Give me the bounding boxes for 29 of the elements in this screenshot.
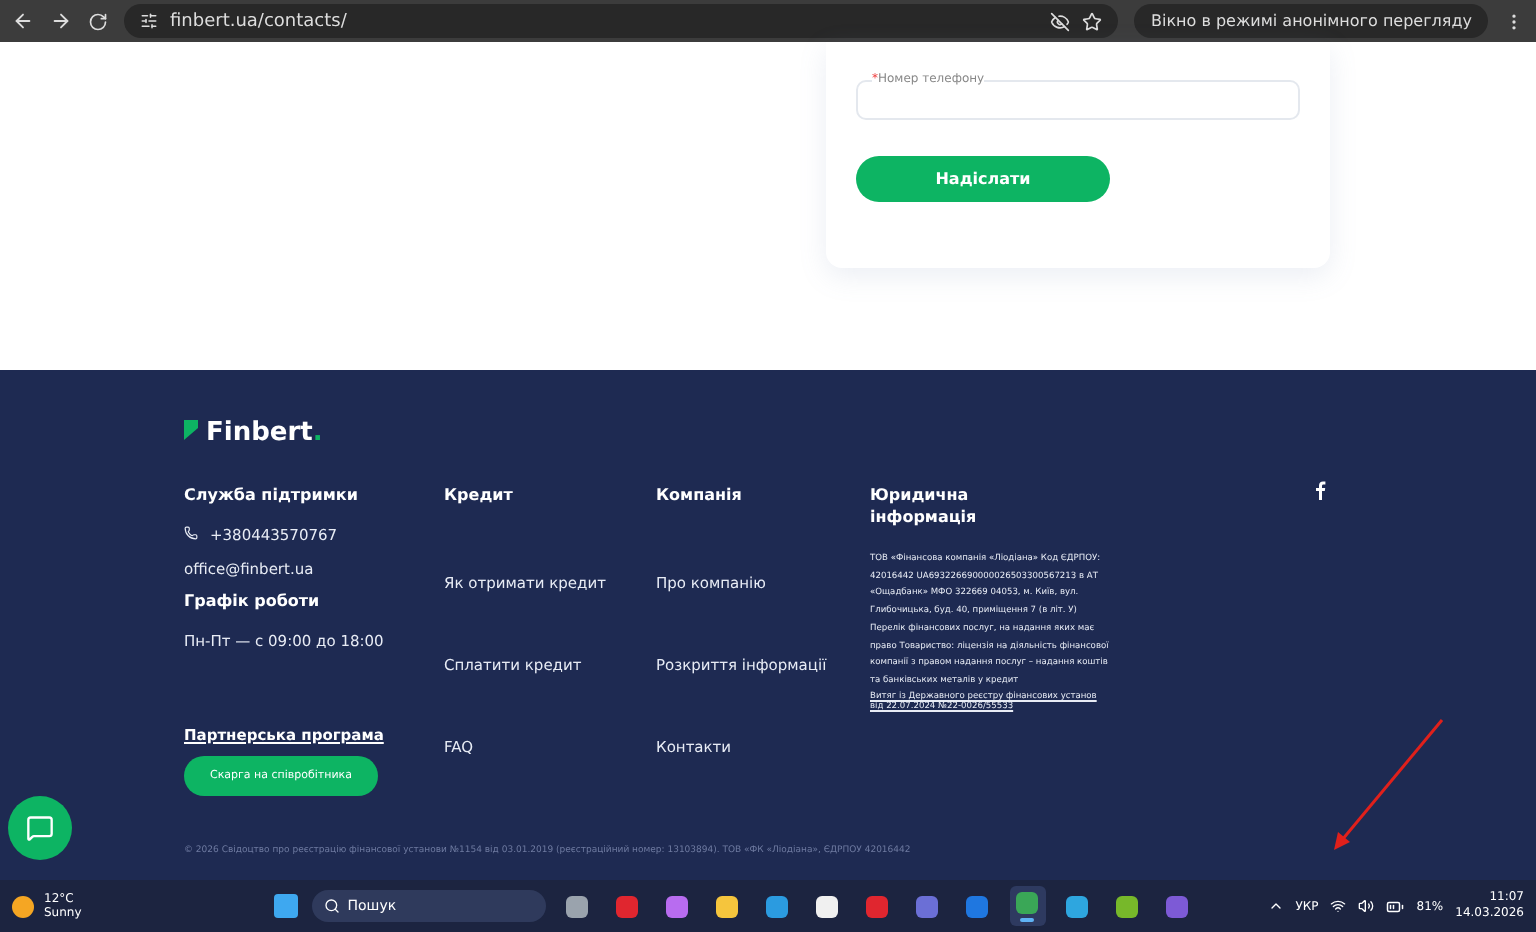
facebook-icon[interactable] [1314, 480, 1326, 500]
column-heading: Компанія [656, 484, 744, 506]
app-button[interactable] [1009, 886, 1046, 926]
logo-text: Finbert [206, 418, 313, 448]
search-icon [323, 898, 340, 914]
incognito-badge[interactable]: Вікно в режимі анонімного перегляду [1134, 4, 1488, 38]
volume-icon[interactable] [1358, 898, 1375, 914]
weather-icon [12, 895, 34, 917]
chat-icon [26, 814, 54, 842]
reload-icon[interactable] [88, 11, 108, 31]
url-text: finbert.ua/contacts/ [170, 11, 349, 31]
chat-button[interactable] [8, 796, 72, 860]
phone-icon [184, 526, 198, 540]
forward-icon[interactable] [50, 10, 72, 32]
logo-icon [184, 419, 198, 439]
address-bar[interactable]: finbert.ua/contacts/ [124, 4, 1119, 38]
column-heading: Графік роботи [184, 590, 322, 612]
tray-chevron-icon[interactable] [1267, 898, 1284, 914]
logo-dot: . [312, 418, 323, 448]
column-heading: Кредит [444, 484, 515, 506]
column-heading: Юридична інформація [870, 484, 979, 528]
start-icon[interactable] [273, 894, 298, 918]
column-heading: Служба підтримки [184, 484, 360, 506]
battery-icon[interactable] [1386, 897, 1405, 915]
wifi-icon[interactable] [1330, 898, 1347, 914]
eye-off-icon[interactable] [1050, 11, 1071, 31]
back-icon[interactable] [12, 10, 34, 32]
bookmark-star-icon[interactable] [1082, 11, 1103, 31]
site-settings-icon[interactable] [140, 12, 158, 30]
